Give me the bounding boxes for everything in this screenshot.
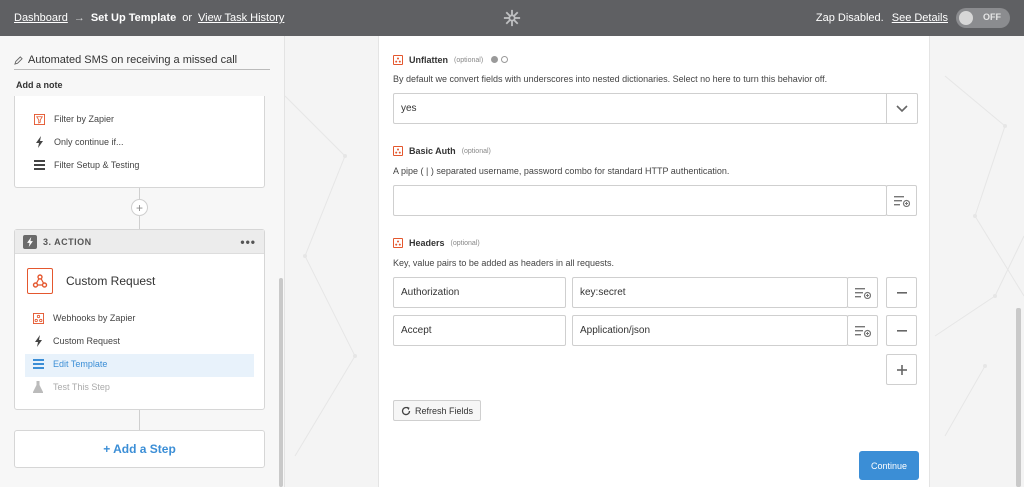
step-3-header-label: 3. ACTION bbox=[43, 236, 92, 247]
zap-on-off-toggle[interactable]: OFF bbox=[956, 8, 1010, 28]
step-2-setup-label: Filter Setup & Testing bbox=[54, 160, 140, 170]
step-3-edit-template-row[interactable]: Edit Template bbox=[32, 358, 107, 370]
view-task-history-link[interactable]: View Task History bbox=[198, 12, 284, 24]
webhooks-field-icon bbox=[393, 146, 403, 156]
bolt-icon bbox=[33, 136, 45, 148]
page-title: Set Up Template bbox=[90, 12, 177, 24]
step-3-event-row[interactable]: Custom Request bbox=[32, 335, 120, 347]
step-3-test-row[interactable]: Test This Step bbox=[32, 381, 110, 393]
bolt-badge-icon bbox=[23, 234, 37, 249]
basic-auth-input[interactable] bbox=[393, 185, 887, 216]
main-scrollbar[interactable] bbox=[1016, 308, 1021, 487]
minus-icon bbox=[896, 291, 907, 294]
breadcrumb: Dashboard → Set Up Template or View Task… bbox=[14, 12, 284, 24]
step-2-card: Filter by Zapier Only continue if... Fil… bbox=[14, 96, 265, 188]
headers-optional: (optional) bbox=[450, 239, 480, 247]
plus-icon bbox=[896, 364, 907, 375]
webhooks-field-icon bbox=[393, 55, 403, 65]
filter-icon bbox=[33, 113, 45, 125]
insert-field-icon bbox=[854, 287, 871, 299]
flask-icon bbox=[32, 381, 44, 393]
insert-field-icon bbox=[854, 325, 871, 337]
sidebar-scrollbar[interactable] bbox=[279, 278, 283, 487]
remove-header-button[interactable] bbox=[886, 277, 917, 308]
unflatten-description: By default we convert fields with unders… bbox=[393, 74, 828, 84]
basic-auth-label: Basic Auth (optional) bbox=[393, 146, 491, 156]
toggle-knob bbox=[959, 11, 973, 25]
unflatten-optional: (optional) bbox=[454, 56, 484, 64]
header-value-input[interactable]: Application/json bbox=[572, 315, 848, 346]
zapier-logo-icon[interactable] bbox=[503, 9, 521, 27]
step-3-menu-button[interactable]: ••• bbox=[240, 235, 256, 249]
step-3-test-label: Test This Step bbox=[53, 382, 110, 392]
zap-name-text: Automated SMS on receiving a missed call bbox=[28, 54, 238, 66]
lines-icon bbox=[33, 159, 45, 171]
step-3-app-label: Webhooks by Zapier bbox=[53, 313, 136, 323]
minus-icon bbox=[896, 329, 907, 332]
connector-line bbox=[139, 410, 140, 430]
step-2-event-label: Only continue if... bbox=[54, 137, 124, 147]
or-text: or bbox=[182, 12, 192, 24]
header-key-input[interactable]: Accept bbox=[393, 315, 566, 346]
zap-status: Zap Disabled. See Details OFF bbox=[816, 8, 1010, 28]
webhooks-field-icon bbox=[393, 238, 403, 248]
add-step-button[interactable]: + Add a Step bbox=[14, 430, 265, 468]
step-3-card: 3. ACTION ••• Custom Request Webhooks by… bbox=[14, 229, 265, 410]
refresh-fields-label: Refresh Fields bbox=[415, 405, 474, 416]
connector-line bbox=[139, 188, 140, 199]
sidebar: Automated SMS on receiving a missed call… bbox=[0, 36, 285, 487]
step-2-event-row[interactable]: Only continue if... bbox=[33, 136, 124, 148]
step-2-app-label: Filter by Zapier bbox=[54, 114, 115, 124]
step-3-header[interactable]: 3. ACTION ••• bbox=[15, 230, 264, 254]
insert-field-button[interactable] bbox=[847, 277, 878, 308]
insert-field-button[interactable] bbox=[886, 185, 917, 216]
step-3-app-row[interactable]: Webhooks by Zapier bbox=[32, 312, 135, 324]
step-2-setup-row[interactable]: Filter Setup & Testing bbox=[33, 159, 139, 171]
breadcrumb-arrow: → bbox=[73, 12, 85, 24]
step-3-event-label: Custom Request bbox=[53, 336, 121, 346]
insert-step-button[interactable]: + bbox=[131, 199, 148, 216]
webhooks-logo-icon bbox=[27, 268, 53, 294]
step-2-app-row[interactable]: Filter by Zapier bbox=[33, 113, 114, 125]
see-details-link[interactable]: See Details bbox=[892, 12, 948, 24]
header-key-input[interactable]: Authorization bbox=[393, 277, 566, 308]
radio-indicator-icon bbox=[489, 55, 508, 65]
top-bar: Dashboard → Set Up Template or View Task… bbox=[0, 0, 1024, 36]
step-3-app-summary: Custom Request bbox=[27, 268, 155, 294]
step-3-app-title: Custom Request bbox=[66, 274, 156, 288]
refresh-fields-button[interactable]: Refresh Fields bbox=[393, 400, 482, 421]
pencil-icon bbox=[14, 55, 23, 65]
add-note-link[interactable]: Add a note bbox=[16, 80, 63, 90]
headers-description: Key, value pairs to be added as headers … bbox=[393, 258, 614, 268]
basic-auth-optional: (optional) bbox=[461, 147, 491, 155]
unflatten-select[interactable]: yes bbox=[393, 93, 918, 124]
basic-auth-label-text: Basic Auth bbox=[409, 146, 456, 156]
template-form-panel: Unflatten (optional) By default we conve… bbox=[378, 36, 930, 487]
insert-field-icon bbox=[893, 195, 910, 207]
dashboard-link[interactable]: Dashboard bbox=[14, 12, 68, 24]
basic-auth-description: A pipe ( | ) separated username, passwor… bbox=[393, 166, 730, 176]
zap-name-field[interactable]: Automated SMS on receiving a missed call bbox=[14, 54, 270, 70]
step-3-edit-template-label: Edit Template bbox=[53, 359, 108, 369]
lines-icon bbox=[32, 358, 44, 370]
unflatten-value: yes bbox=[401, 103, 417, 114]
webhooks-icon bbox=[32, 312, 44, 324]
add-header-button[interactable] bbox=[886, 354, 917, 385]
unflatten-label: Unflatten (optional) bbox=[393, 55, 508, 65]
main-area: Unflatten (optional) By default we conve… bbox=[285, 36, 1024, 487]
refresh-icon bbox=[401, 406, 411, 415]
bolt-icon bbox=[32, 335, 44, 347]
chevron-down-icon[interactable] bbox=[886, 94, 917, 123]
unflatten-label-text: Unflatten bbox=[409, 55, 448, 65]
insert-field-button[interactable] bbox=[847, 315, 878, 346]
remove-header-button[interactable] bbox=[886, 315, 917, 346]
headers-label: Headers (optional) bbox=[393, 238, 480, 248]
zap-status-text: Zap Disabled. bbox=[815, 12, 884, 24]
headers-label-text: Headers bbox=[409, 238, 445, 248]
header-value-input[interactable]: key:secret bbox=[572, 277, 848, 308]
toggle-label: OFF bbox=[983, 12, 1001, 22]
connector-line bbox=[139, 216, 140, 229]
continue-button[interactable]: Continue bbox=[859, 451, 919, 480]
